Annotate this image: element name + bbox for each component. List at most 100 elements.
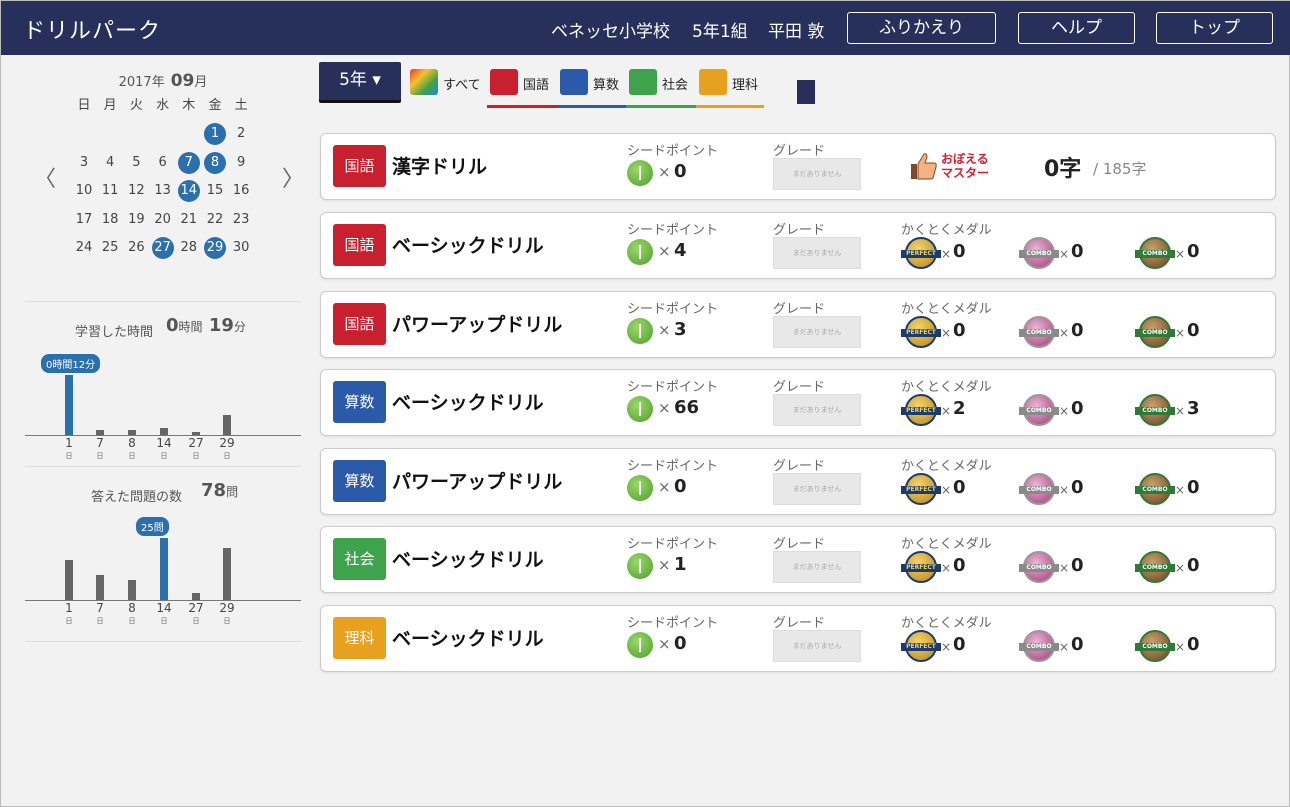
calendar-day: 30 <box>232 240 250 255</box>
chart-tick-label: 7 <box>96 436 104 450</box>
thumbs-up-icon <box>907 150 939 182</box>
calendar-day[interactable]: 7 <box>177 151 200 174</box>
medal-count: 0 <box>953 555 966 576</box>
chart-bar[interactable] <box>192 592 200 600</box>
tab-science[interactable]: 理科 <box>696 62 764 108</box>
medal-count: 0 <box>1187 477 1200 498</box>
tab-japanese[interactable]: 国語 <box>487 62 557 108</box>
seed-icon <box>627 632 653 658</box>
calendar-next-icon[interactable]: 〉 <box>282 161 304 193</box>
grade-caption: グレード <box>773 537 826 552</box>
chart-tick-label: 14 <box>156 601 172 615</box>
seed-count: 0 <box>674 476 687 497</box>
seed-icon <box>627 396 653 422</box>
drill-card[interactable]: 理科 ベーシックドリル シードポイント × 0 グレード まだありません かくとくメダル PER… <box>320 605 1276 672</box>
chart-bar[interactable] <box>160 537 168 600</box>
drill-card[interactable]: 国語 ベーシックドリル シードポイント × 4 グレード まだありません かくとくメダル PER… <box>320 212 1276 279</box>
chart-bar[interactable] <box>128 580 136 600</box>
chart-tick-label: 1 <box>65 601 73 615</box>
drill-name[interactable]: ベーシックドリル <box>392 545 544 572</box>
seed-count: 4 <box>674 240 687 261</box>
drill-card[interactable]: 算数 パワーアップドリル シードポイント × 0 グレード まだありません かくとくメダル PE… <box>320 448 1276 515</box>
top-button[interactable]: トップ <box>1156 12 1273 44</box>
times-sign: × <box>658 635 671 653</box>
chart-tick-label: 27 <box>188 436 204 450</box>
medal-band: COMBO <box>1019 250 1059 258</box>
chart-bar[interactable] <box>128 430 136 435</box>
times-sign: × <box>1059 247 1070 261</box>
drill-name[interactable]: ベーシックドリル <box>392 388 544 415</box>
chart-tick-unit: 日 <box>223 617 231 625</box>
medal-band: COMBO <box>1019 486 1059 494</box>
chart-bar[interactable] <box>223 547 231 600</box>
chart-tick-label: 29 <box>219 436 235 450</box>
chart-tooltip: 25問 <box>136 516 169 536</box>
seed-caption: シードポイント <box>627 144 719 159</box>
times-sign: × <box>941 404 952 418</box>
tab-math[interactable]: 算数 <box>557 62 626 108</box>
combo3-medal-icon: COMBO <box>1135 473 1175 505</box>
medal-caption: かくとくメダル <box>901 223 992 238</box>
chart-bar[interactable] <box>96 575 104 600</box>
drill-name[interactable]: パワーアップドリル <box>392 467 562 494</box>
toggle-square[interactable] <box>797 80 815 104</box>
chart-tick-label: 8 <box>128 601 136 615</box>
medal-band: PERFECT <box>901 407 941 415</box>
weekday-label: 月 <box>103 98 117 113</box>
calendar-day[interactable]: 1 <box>204 123 226 145</box>
study-time-value: 0時間 19分 <box>166 315 246 336</box>
calendar-day: 18 <box>101 211 119 227</box>
times-sign: × <box>1175 640 1186 654</box>
weekday-label: 日 <box>77 98 91 113</box>
medal-count: 0 <box>953 320 966 341</box>
seed-icon <box>627 239 653 265</box>
globe-icon <box>629 69 657 95</box>
drill-card[interactable]: 国語 パワーアップドリル シードポイント × 3 グレード まだありません かくとくメダル PE… <box>320 291 1276 358</box>
combo3-medal-icon: COMBO <box>1135 394 1175 426</box>
seed-count: 3 <box>674 319 687 340</box>
medal-count: 0 <box>1071 634 1084 655</box>
chart-tick-unit: 日 <box>160 452 168 460</box>
rainbow-icon <box>410 69 438 95</box>
chart-bar[interactable] <box>65 560 73 600</box>
calendar-day[interactable]: 8 <box>204 151 226 174</box>
chart-bar[interactable] <box>160 427 168 435</box>
calendar-day: 22 <box>206 211 224 227</box>
chart-bar[interactable] <box>96 430 104 435</box>
calendar-prev-icon[interactable]: 〈 <box>34 161 56 193</box>
drill-card[interactable]: 国語 漢字ドリル シードポイント × 0 グレード まだありません おぼえる マスター 0字 / 1… <box>320 133 1276 200</box>
calendar-day[interactable]: 29 <box>204 237 226 259</box>
study-time-chart: 1 日 0時間12分 7 日 8 日 14 日 27 日 29 日 <box>25 346 301 466</box>
chart-bar[interactable] <box>223 415 231 435</box>
calendar-header: 2017年 09月 <box>25 71 301 91</box>
grade-select[interactable]: 5年 ▾ <box>319 62 401 100</box>
drill-name[interactable]: ベーシックドリル <box>392 231 544 258</box>
calendar-day: 23 <box>232 211 250 227</box>
grade-box: まだありません <box>773 237 861 269</box>
medal-count: 0 <box>1071 555 1084 576</box>
times-sign: × <box>658 242 671 260</box>
seed-count: 0 <box>674 161 687 182</box>
grade-box: まだありません <box>773 630 861 662</box>
drill-card[interactable]: 社会 ベーシックドリル シードポイント × 1 グレード まだありません かくとくメダル PER… <box>320 526 1276 593</box>
times-sign: × <box>1175 247 1186 261</box>
app-title: ドリルパーク <box>23 19 162 44</box>
drill-name[interactable]: ベーシックドリル <box>392 624 544 651</box>
drill-name[interactable]: 漢字ドリル <box>392 152 487 179</box>
calendar-day: 26 <box>128 240 145 255</box>
study-minutes-unit: 分 <box>233 320 246 334</box>
tab-social[interactable]: 社会 <box>626 62 696 108</box>
help-button[interactable]: ヘルプ <box>1018 12 1135 44</box>
drill-name[interactable]: パワーアップドリル <box>392 310 562 337</box>
drill-card[interactable]: 算数 ベーシックドリル シードポイント × 66 グレード まだありません かくとくメダル PE… <box>320 369 1276 436</box>
perfect-medal-icon: PERFECT <box>901 237 941 269</box>
tab-all[interactable]: すべて <box>407 62 487 108</box>
medal-count: 0 <box>1187 634 1200 655</box>
calendar-day[interactable]: 14 <box>177 180 200 202</box>
review-button[interactable]: ふりかえり <box>847 12 996 44</box>
chart-bar[interactable] <box>192 432 200 435</box>
times-sign: × <box>1175 326 1186 340</box>
medal-count: 0 <box>953 241 966 262</box>
chart-bar[interactable] <box>65 375 73 435</box>
calendar-day[interactable]: 27 <box>151 237 174 259</box>
